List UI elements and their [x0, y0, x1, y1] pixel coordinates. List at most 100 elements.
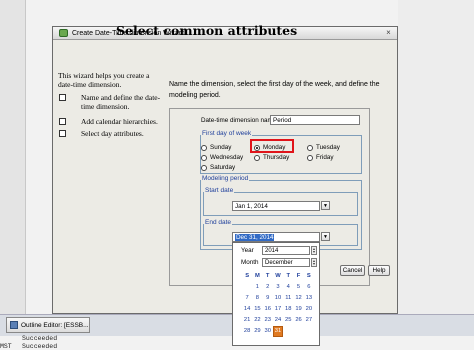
end-date-input[interactable]: Dec 31, 2014	[232, 232, 320, 242]
weekday-label: S	[245, 273, 250, 279]
calendar-day[interactable]: 17	[273, 304, 283, 315]
month-spinner[interactable]	[311, 258, 317, 267]
calendar-day[interactable]: 3	[273, 282, 283, 293]
calendar-day[interactable]: 31	[272, 326, 284, 337]
task-button-label: Outline Editor: [ESSB...	[21, 321, 89, 329]
calendar-day[interactable]: 19	[293, 304, 303, 315]
calendar-day[interactable]: 23	[263, 315, 273, 326]
year-label: Year	[241, 247, 254, 254]
start-date-label: Start date	[204, 187, 235, 194]
calendar-day[interactable]: 22	[252, 315, 262, 326]
calendar-day[interactable]: 12	[293, 293, 303, 304]
calendar-week-row: 28 29 30 31	[242, 326, 314, 337]
step-checkbox[interactable]	[59, 94, 66, 101]
weekday-label: T	[265, 273, 270, 279]
calendar-day[interactable]: 4	[283, 282, 293, 293]
weekday-label: W	[275, 273, 281, 279]
month-label: Month	[241, 259, 259, 266]
calendar-day[interactable]: 16	[263, 304, 273, 315]
calendar-day[interactable]: 25	[283, 315, 293, 326]
calendar-day[interactable]: 18	[283, 304, 293, 315]
side-panel	[0, 0, 26, 320]
radio-button[interactable]	[307, 144, 313, 151]
close-icon[interactable]: ×	[384, 29, 393, 38]
calendar-day[interactable]: 15	[252, 304, 262, 315]
calendar-empty-cell	[242, 282, 252, 293]
calendar-day[interactable]: 9	[263, 293, 273, 304]
calendar-day[interactable]: 5	[293, 282, 303, 293]
calendar-day[interactable]: 30	[263, 326, 273, 337]
calendar-day[interactable]: 28	[242, 326, 252, 337]
help-button[interactable]: Help	[368, 265, 390, 276]
weekday-header: S M T W T F S	[242, 271, 314, 282]
calendar-empty-cell	[283, 326, 293, 337]
calendar-week-row: 123456	[242, 282, 314, 293]
step-label: Name and define the date-time dimension.	[81, 93, 161, 111]
calendar-day[interactable]: 6	[304, 282, 314, 293]
month-input[interactable]: December	[262, 258, 310, 267]
calendar-weeks: 1 2 3 4 5 6 7 8 9 10 11 12 13 14 15 16 17 18 19 20 21 22 23 24 2…	[242, 282, 314, 337]
log-status: Succeeded	[22, 335, 58, 342]
radio-label: Friday	[316, 154, 334, 161]
radio-label: Wednesday	[210, 154, 244, 161]
date-picker-popup: Year 2014 Month December S M T W T F S 1…	[232, 242, 320, 346]
instructions: Name the dimension, select the first day…	[169, 81, 380, 99]
radio-friday[interactable]: Friday	[307, 154, 334, 161]
radio-saturday[interactable]: Saturday	[201, 164, 235, 171]
modeling-period-label: Modeling period	[201, 175, 250, 182]
calendar-day[interactable]: 7	[242, 293, 252, 304]
chevron-down-icon[interactable]: ▼	[321, 201, 330, 210]
step-item: Add calendar hierarchies.	[59, 117, 169, 126]
dimension-name-input[interactable]: Period	[270, 115, 360, 125]
step-checkbox[interactable]	[59, 130, 66, 137]
radio-button[interactable]	[201, 154, 207, 161]
calendar-week-row: 7 8 9 10 11 12 13	[242, 293, 314, 304]
weekday-label: T	[286, 273, 291, 279]
radio-wednesday[interactable]: Wednesday	[201, 154, 243, 161]
radio-button[interactable]	[201, 164, 207, 171]
calendar-day[interactable]: 1	[252, 282, 262, 293]
calendar-week-row: 21 22 23 24 25 26 27	[242, 315, 314, 326]
radio-label: Tuesday	[316, 144, 340, 151]
calendar-day[interactable]: 27	[304, 315, 314, 326]
calendar-day[interactable]: 29	[252, 326, 262, 337]
calendar-day[interactable]: 2	[263, 282, 273, 293]
dimension-name-label: Date-time dimension name	[201, 117, 277, 124]
outline-editor-task-button[interactable]: Outline Editor: [ESSB...	[6, 317, 90, 333]
right-panel	[398, 0, 474, 320]
calendar-day[interactable]: 21	[242, 315, 252, 326]
calendar-day[interactable]: 10	[273, 293, 283, 304]
chevron-down-icon[interactable]: ▼	[321, 232, 330, 241]
calendar-day[interactable]: 8	[252, 293, 262, 304]
calendar-empty-cell	[293, 326, 303, 337]
step-item: Select day attributes.	[59, 129, 169, 138]
radio-sunday[interactable]: Sunday	[201, 144, 231, 151]
calendar-day[interactable]: 26	[293, 315, 303, 326]
calendar-day[interactable]: 24	[273, 315, 283, 326]
calendar-day[interactable]: 13	[304, 293, 314, 304]
step-checkbox[interactable]	[59, 118, 66, 125]
log-col1: MST	[0, 342, 12, 350]
radio-button[interactable]	[254, 154, 260, 161]
page-title: Select common attributes	[116, 23, 298, 38]
log-col1	[0, 335, 22, 343]
calendar-day[interactable]: 14	[242, 304, 252, 315]
calendar-grid: S M T W T F S 1 2 3 4 5 6 7 8 9 10 11 12 13 14 15 16 17 1…	[242, 271, 314, 337]
radio-button[interactable]	[201, 144, 207, 151]
radio-thursday[interactable]: Thursday	[254, 154, 289, 161]
end-date-value: Dec 31, 2014	[235, 234, 275, 241]
calendar-day[interactable]: 20	[304, 304, 314, 315]
start-date-input[interactable]: Jan 1, 2014	[232, 201, 320, 211]
radio-tuesday[interactable]: Tuesday	[307, 144, 340, 151]
radio-button[interactable]	[307, 154, 313, 161]
first-day-label: First day of week	[201, 130, 253, 137]
year-input[interactable]: 2014	[262, 246, 310, 255]
log-row: MST Succeeded	[0, 343, 57, 350]
outline-editor-icon	[10, 321, 18, 329]
year-spinner[interactable]	[311, 246, 317, 255]
step-item: Name and define the date-time dimension.	[59, 93, 169, 111]
cancel-button[interactable]: Cancel	[340, 265, 365, 276]
calendar-week-row: 14 15 16 17 18 19 20	[242, 304, 314, 315]
calendar-day[interactable]: 11	[283, 293, 293, 304]
weekday-label: S	[306, 273, 311, 279]
